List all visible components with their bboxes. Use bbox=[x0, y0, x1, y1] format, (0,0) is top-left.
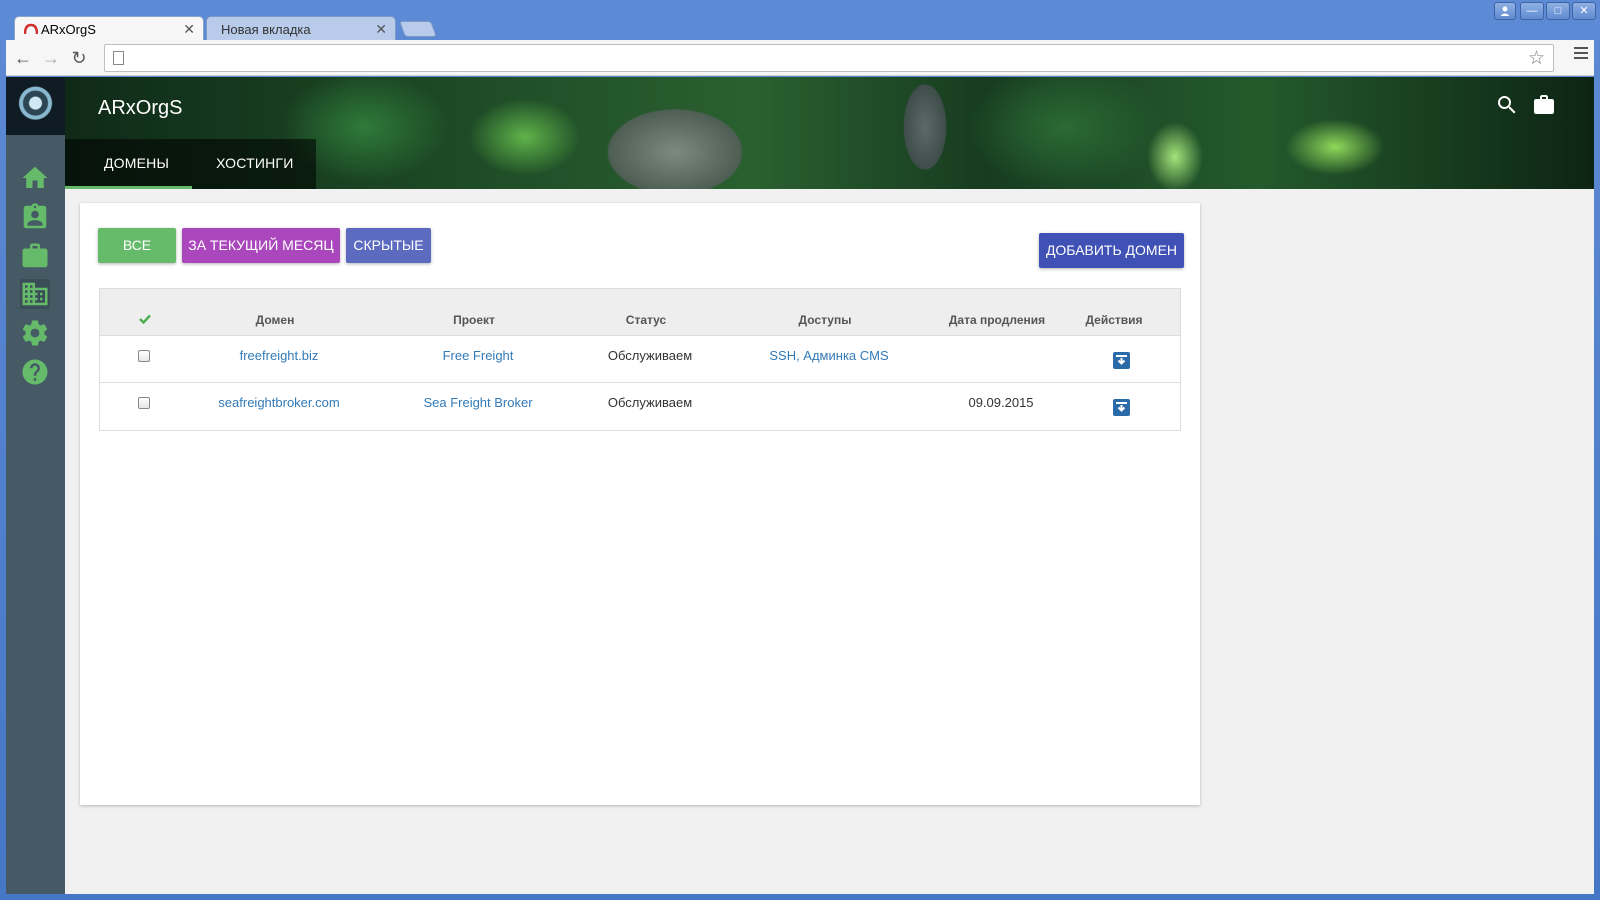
project-link[interactable]: Free Freight bbox=[443, 348, 514, 363]
settings-icon[interactable] bbox=[20, 318, 50, 348]
filter-current-month-button[interactable]: ЗА ТЕКУЩИЙ МЕСЯЦ bbox=[182, 228, 340, 263]
browser-window: ARxOrgS ✕ Новая вкладка ✕ — □ ✕ ← → ↻ ☆ bbox=[0, 0, 1600, 900]
column-header-domain: Домен bbox=[255, 313, 295, 327]
column-header-status: Статус bbox=[625, 313, 667, 327]
domain-icon[interactable] bbox=[20, 279, 50, 309]
filter-hidden-button[interactable]: СКРЫТЫЕ bbox=[346, 228, 431, 263]
renewal-date: 09.09.2015 bbox=[968, 395, 1034, 410]
status-text: Обслуживаем bbox=[607, 348, 693, 363]
row-checkbox[interactable] bbox=[138, 397, 150, 409]
row-checkbox[interactable] bbox=[138, 350, 150, 362]
search-icon[interactable] bbox=[1495, 93, 1519, 117]
assignment-ind-icon[interactable] bbox=[20, 202, 50, 232]
add-domain-button[interactable]: ДОБАВИТЬ ДОМЕН bbox=[1039, 233, 1184, 268]
column-header-renewal: Дата продления bbox=[948, 313, 1046, 327]
column-header-actions: Действия bbox=[1085, 313, 1143, 327]
domains-card: ВСЕ ЗА ТЕКУЩИЙ МЕСЯЦ СКРЫТЫЕ ДОБАВИТЬ ДО… bbox=[80, 203, 1200, 805]
domains-table: Домен Проект Статус Доступы Дата продлен… bbox=[99, 288, 1181, 431]
app-title: ARxOrgS bbox=[98, 97, 183, 119]
table-row: seafreightbroker.com Sea Freight Broker … bbox=[100, 383, 1180, 430]
browser-tab-arxorgs[interactable]: ARxOrgS ✕ bbox=[14, 16, 204, 41]
column-header-access: Доступы bbox=[798, 313, 852, 327]
tab-domains[interactable]: ДОМЕНЫ bbox=[65, 139, 193, 189]
browser-toolbar: ← → ↻ ☆ bbox=[6, 40, 1594, 76]
domain-link[interactable]: freefreight.biz bbox=[240, 348, 319, 363]
briefcase-icon[interactable] bbox=[1532, 93, 1556, 117]
filter-all-button[interactable]: ВСЕ bbox=[98, 228, 176, 263]
page-viewport: ARxOrgS ДОМЕНЫ ХОСТИНГИ ВСЕ ЗА ТЕКУЩИЙ М… bbox=[6, 77, 1594, 894]
archive-icon[interactable] bbox=[1113, 352, 1130, 369]
column-header-project: Проект bbox=[453, 313, 495, 327]
access-link[interactable]: SSH, Админка CMS bbox=[769, 348, 888, 363]
user-icon[interactable] bbox=[1494, 2, 1516, 20]
logo[interactable] bbox=[6, 77, 65, 135]
status-text: Обслуживаем bbox=[607, 395, 693, 410]
app-favicon-icon bbox=[24, 23, 38, 35]
project-link[interactable]: Sea Freight Broker bbox=[423, 395, 532, 410]
archive-icon[interactable] bbox=[1113, 399, 1130, 416]
tab-strip: ARxOrgS ✕ Новая вкладка ✕ — □ ✕ bbox=[0, 0, 1600, 41]
domain-link[interactable]: seafreightbroker.com bbox=[218, 395, 339, 410]
home-icon[interactable] bbox=[20, 163, 50, 193]
briefcase-icon[interactable] bbox=[20, 241, 50, 271]
browser-tab-new[interactable]: Новая вкладка ✕ bbox=[206, 16, 396, 41]
close-icon[interactable]: ✕ bbox=[375, 17, 387, 42]
bookmark-star-icon[interactable]: ☆ bbox=[1528, 47, 1545, 70]
help-icon[interactable] bbox=[20, 357, 50, 387]
app-header: ARxOrgS ДОМЕНЫ ХОСТИНГИ bbox=[65, 77, 1594, 189]
table-row: freefreight.biz Free Freight Обслуживаем… bbox=[100, 336, 1180, 383]
page-icon bbox=[113, 51, 124, 65]
close-icon[interactable]: ✕ bbox=[183, 17, 195, 42]
forward-icon[interactable]: → bbox=[39, 46, 63, 70]
nav-tabs: ДОМЕНЫ ХОСТИНГИ bbox=[65, 139, 317, 189]
menu-icon[interactable] bbox=[1574, 47, 1588, 61]
close-window-icon[interactable]: ✕ bbox=[1572, 2, 1596, 20]
minimize-icon[interactable]: — bbox=[1520, 2, 1544, 20]
maximize-icon[interactable]: □ bbox=[1546, 2, 1570, 20]
table-header: Домен Проект Статус Доступы Дата продлен… bbox=[100, 289, 1180, 336]
tab-title: Новая вкладка bbox=[221, 22, 311, 37]
address-bar[interactable]: ☆ bbox=[104, 44, 1554, 72]
sidebar bbox=[6, 77, 65, 894]
checkmark-icon[interactable] bbox=[139, 314, 151, 324]
new-tab-button[interactable] bbox=[399, 21, 437, 37]
back-icon[interactable]: ← bbox=[11, 46, 35, 70]
tab-title: ARxOrgS bbox=[41, 22, 96, 37]
reload-icon[interactable]: ↻ bbox=[67, 46, 91, 70]
tab-hostings[interactable]: ХОСТИНГИ bbox=[192, 139, 316, 189]
